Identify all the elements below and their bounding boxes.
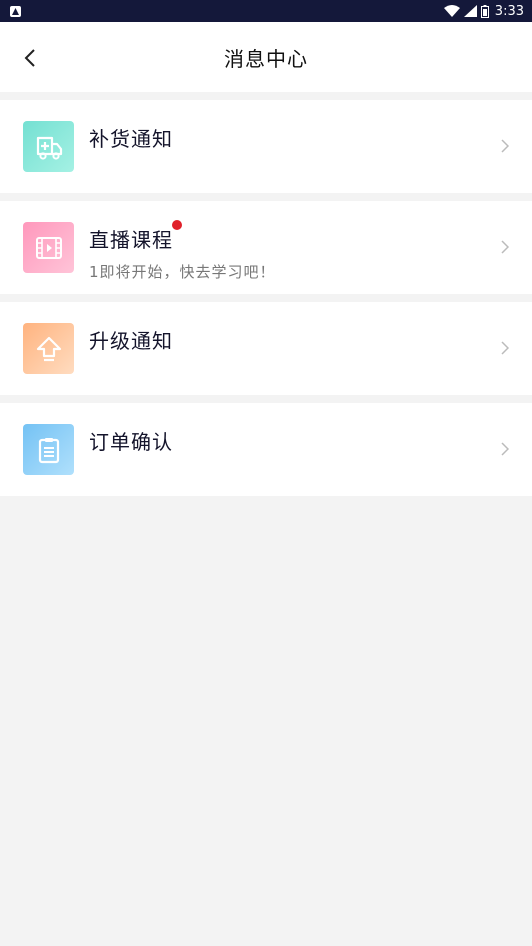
battery-icon	[480, 4, 489, 18]
item-title: 订单确认	[89, 429, 173, 454]
chevron-right-icon	[501, 240, 510, 254]
upgrade-arrow-icon	[23, 323, 74, 374]
header: 消息中心	[0, 22, 532, 92]
item-title-text: 直播课程	[89, 227, 173, 252]
item-subtitle: 1即将开始，快去学习吧！	[89, 262, 276, 281]
page-title: 消息中心	[224, 46, 308, 71]
message-list: 补货通知 直播课程 1即将开始，快去学习吧！ 升级通知 订单确认	[0, 100, 532, 496]
video-film-icon	[23, 222, 74, 273]
back-button[interactable]	[14, 42, 46, 74]
signal-icon	[463, 5, 477, 17]
chevron-right-icon	[501, 341, 510, 355]
list-item-live-course[interactable]: 直播课程 1即将开始，快去学习吧！	[0, 201, 532, 294]
chevron-right-icon	[501, 139, 510, 153]
wifi-icon	[443, 5, 460, 17]
unread-dot	[172, 219, 182, 230]
delivery-truck-icon	[23, 121, 74, 172]
list-item-upgrade[interactable]: 升级通知	[0, 302, 532, 395]
list-item-restock[interactable]: 补货通知	[0, 100, 532, 193]
a-notification-icon	[10, 5, 21, 17]
item-title: 直播课程	[89, 219, 182, 253]
item-title: 补货通知	[89, 126, 173, 151]
chevron-right-icon	[501, 442, 510, 456]
item-title: 升级通知	[89, 328, 173, 353]
clipboard-icon	[23, 424, 74, 475]
list-item-order-confirm[interactable]: 订单确认	[0, 403, 532, 496]
divider	[0, 92, 532, 100]
status-time: 3:33	[494, 3, 524, 19]
status-bar: 3:33	[0, 0, 532, 22]
chevron-left-icon	[24, 49, 35, 67]
